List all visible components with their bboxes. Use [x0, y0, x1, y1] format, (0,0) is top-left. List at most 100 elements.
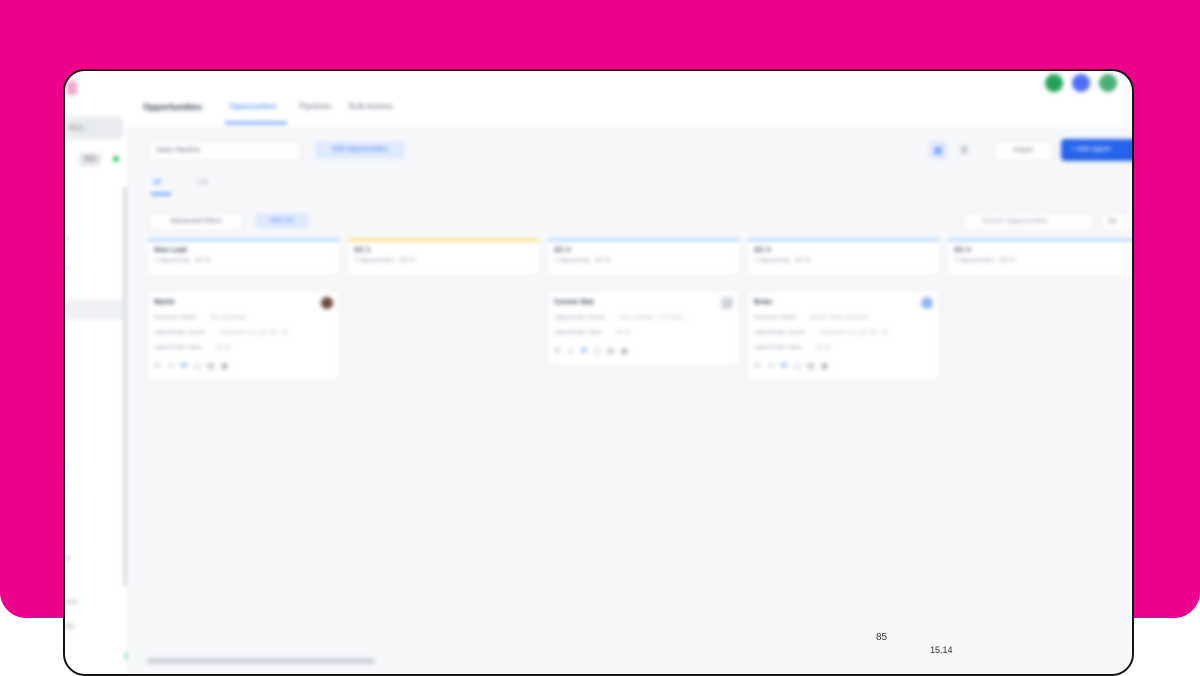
- card-row-value: $0.00: [615, 330, 631, 336]
- logo: [67, 81, 77, 95]
- sidebar-item[interactable]: ests: [65, 599, 78, 606]
- avatar[interactable]: [1045, 74, 1063, 92]
- tab-bulk-actions[interactable]: Bulk Actions: [349, 102, 393, 111]
- main-content: Sales Pipeline Edit Opportunities ▦ ☰ Im…: [127, 127, 1132, 674]
- phone-icon[interactable]: ✆: [154, 361, 167, 370]
- subtab-list[interactable]: List: [197, 179, 208, 186]
- subtab-indicator: [151, 193, 171, 195]
- import-button[interactable]: Import: [993, 141, 1053, 161]
- grid-icon[interactable]: ▦: [929, 141, 947, 159]
- overlay-number: 85: [876, 632, 888, 643]
- pipeline-column: GC 3 1 Opportunity · $0.00 Brian Busines…: [747, 239, 940, 381]
- avatar[interactable]: [1072, 74, 1090, 92]
- user-icon[interactable]: ☺: [167, 361, 181, 370]
- user-icon[interactable]: ☺: [567, 346, 581, 355]
- card-row-label: Opportunity Value: [154, 345, 202, 351]
- card-action-icons: ✆☺✉▢▤▣: [554, 346, 733, 355]
- pipeline-column: GC 2 1 Opportunity · $0.00 Connor Bair O…: [547, 239, 740, 366]
- note-icon[interactable]: ▤: [807, 361, 821, 370]
- card-row-label: Opportunity Source: [554, 315, 606, 321]
- opportunity-card[interactable]: Connor Bair Opportunity Source Zoe Linked…: [547, 290, 740, 366]
- card-row: Opportunity Source Leadiance CL (10.29) -…: [154, 330, 333, 336]
- user-icon[interactable]: ☺: [767, 361, 781, 370]
- card-row-label: Opportunity Source: [154, 330, 206, 336]
- avatar: [721, 297, 733, 309]
- phone-icon[interactable]: ✆: [754, 361, 767, 370]
- account-select[interactable]: Acc...: [65, 117, 123, 139]
- opportunity-card[interactable]: Mariia Business Name Not Specified Opport…: [147, 290, 340, 381]
- calendar-icon[interactable]: ▢: [794, 361, 808, 370]
- sidebar-item[interactable]: ts: [65, 555, 70, 562]
- sort-button[interactable]: Sort (1): [255, 213, 309, 229]
- sidebar-item[interactable]: r: [65, 463, 67, 470]
- sidebar-item[interactable]: elp: [65, 623, 74, 630]
- column-header: GC 3 1 Opportunity · $0.00: [747, 239, 940, 276]
- column-meta: 0 Opportunities · $0.00: [954, 258, 1016, 264]
- subtab-all[interactable]: All: [153, 179, 161, 186]
- sidebar-item[interactable]: s: [65, 265, 69, 272]
- column-meta: 1 Opportunity · $0.00: [754, 258, 811, 264]
- avatar: [921, 297, 933, 309]
- card-name: Mariia: [154, 299, 175, 306]
- advanced-filters-button[interactable]: Advanced Filters: [149, 213, 243, 231]
- sidebar-item[interactable]: s: [65, 235, 69, 242]
- card-row: Business Name Not Specified: [154, 315, 333, 321]
- note-icon[interactable]: ▤: [607, 346, 621, 355]
- column-meta: 0 Opportunities · $0.00: [354, 258, 416, 264]
- tag-icon[interactable]: ▣: [621, 346, 635, 355]
- columns-button[interactable]: Co: [1101, 213, 1132, 231]
- card-row-value: Brian's Web Solutions: [810, 315, 869, 321]
- tag-icon[interactable]: ▣: [821, 361, 835, 370]
- card-action-icons: ✆☺✉▢▤▣: [754, 361, 933, 370]
- column-header: New Lead 1 Opportunity · $0.00: [147, 239, 340, 276]
- column-meta: 1 Opportunity · $0.00: [154, 258, 211, 264]
- horizontal-scrollbar[interactable]: [147, 658, 375, 664]
- pipeline-column: GC 1 0 Opportunities · $0.00: [347, 239, 540, 276]
- pipeline-column: New Lead 1 Opportunity · $0.00 Mariia Bu…: [147, 239, 340, 381]
- card-name: Brian: [754, 299, 772, 306]
- edit-opportunities-button[interactable]: Edit Opportunities: [315, 141, 405, 159]
- pipeline-select[interactable]: Sales Pipeline: [149, 141, 301, 161]
- search-input[interactable]: Search Opportunities: [963, 213, 1095, 231]
- page-title: Opportunities: [143, 102, 202, 112]
- card-row-value: $0.00: [215, 345, 231, 351]
- column-title: GC 2: [554, 247, 571, 254]
- card-row: Business Name Brian's Web Solutions: [754, 315, 933, 321]
- overlay-time: 15.14: [930, 645, 953, 655]
- sidebar-item[interactable]: l: [65, 305, 67, 312]
- column-title: New Lead: [154, 247, 187, 254]
- avatar[interactable]: [1099, 74, 1117, 92]
- sidebar: Acc... 302 s s l r t ts ests elp: [65, 71, 128, 674]
- card-name: Connor Bair: [554, 299, 595, 306]
- card-row: Opportunity Value $0.00: [754, 345, 933, 351]
- sidebar-item[interactable]: t: [65, 485, 67, 492]
- phone-icon[interactable]: ✆: [554, 346, 567, 355]
- card-row-label: Business Name: [754, 315, 797, 321]
- tab-opportunities[interactable]: Opportunities: [229, 102, 277, 111]
- tab-pipelines[interactable]: Pipelines: [299, 102, 331, 111]
- card-row-label: Opportunity Source: [754, 330, 806, 336]
- column-header: GC 2 1 Opportunity · $0.00: [547, 239, 740, 276]
- message-icon[interactable]: ✉: [181, 361, 194, 370]
- opportunity-card[interactable]: Brian Business Name Brian's Web Solutions…: [747, 290, 940, 381]
- message-icon[interactable]: ✉: [581, 346, 594, 355]
- card-row: Opportunity Value $0.00: [554, 330, 733, 336]
- card-row-value: $0.00: [815, 345, 831, 351]
- tag-icon[interactable]: ▣: [221, 361, 235, 370]
- card-action-icons: ✆☺✉▢▤▣: [154, 361, 333, 370]
- column-header: GC 4 0 Opportunities · $0.00: [947, 239, 1132, 276]
- avatar: [321, 297, 333, 309]
- sidebar-active-highlight: [65, 300, 123, 320]
- card-row-label: Opportunity Value: [554, 330, 602, 336]
- note-icon[interactable]: ▤: [207, 361, 221, 370]
- card-row-label: Opportunity Value: [754, 345, 802, 351]
- add-opportunity-button[interactable]: + Add opport: [1061, 139, 1132, 161]
- calendar-icon[interactable]: ▢: [194, 361, 208, 370]
- card-row-label: Business Name: [154, 315, 197, 321]
- list-icon[interactable]: ☰: [955, 141, 973, 159]
- card-row: Opportunity Source Zoe Linkedin - 07/13/2…: [554, 315, 733, 321]
- message-icon[interactable]: ✉: [781, 361, 794, 370]
- card-row-value: Leadiance CL (10.29) - w...: [219, 330, 292, 336]
- calendar-icon[interactable]: ▢: [594, 346, 608, 355]
- app-window: Acc... 302 s s l r t ts ests elp Opportu…: [65, 71, 1132, 674]
